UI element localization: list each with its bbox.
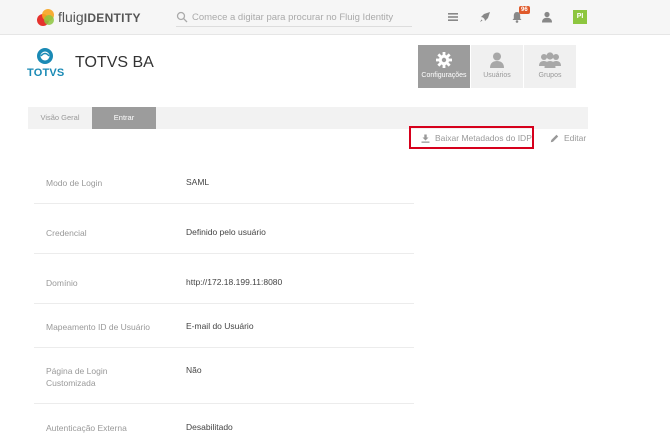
- detail-row-dominio: Domínio http://172.18.199.11:8080: [34, 254, 414, 304]
- detail-label: Domínio: [46, 278, 78, 288]
- user-icon: [490, 52, 504, 68]
- tab-entrar[interactable]: Entrar: [92, 107, 156, 129]
- detail-label: Página de Login Customizada: [46, 366, 108, 388]
- fluig-logo-icon: [37, 9, 54, 26]
- gear-icon: [436, 52, 452, 68]
- company-logo-text: TOTVS: [27, 67, 65, 79]
- download-metadata-label: Baixar Metadados do IDP: [435, 133, 532, 143]
- search-bar[interactable]: [176, 8, 412, 27]
- group-icon: [539, 52, 561, 68]
- detail-value: Desabilitado: [186, 422, 233, 432]
- edit-button[interactable]: Editar: [550, 133, 586, 143]
- detail-label: Autenticação Externa: [46, 423, 127, 433]
- menu-list-icon[interactable]: [446, 10, 460, 24]
- search-icon: [176, 11, 188, 23]
- pencil-icon: [550, 134, 559, 142]
- notification-badge: 96: [519, 6, 530, 14]
- nav-grupos-label: Grupos: [538, 72, 562, 79]
- logo-text: fluigIDENTITY: [58, 9, 141, 25]
- detail-label: Mapeamento ID de Usuário: [46, 322, 150, 332]
- detail-row-mapeamento-id: Mapeamento ID de Usuário E-mail do Usuár…: [34, 304, 414, 348]
- download-metadata-button[interactable]: Baixar Metadados do IDP: [421, 133, 532, 143]
- nav-grupos-button[interactable]: Grupos: [524, 45, 576, 88]
- fluig-identity-logo[interactable]: fluigIDENTITY: [36, 7, 141, 27]
- rocket-icon[interactable]: [478, 10, 492, 24]
- user-avatar[interactable]: PI: [573, 10, 587, 24]
- company-name: TOTVS BA: [75, 54, 154, 71]
- detail-value: Definido pelo usuário: [186, 227, 266, 237]
- edit-label: Editar: [564, 133, 587, 143]
- detail-row-pagina-login: Página de Login Customizada Não: [34, 348, 414, 404]
- nav-configuracoes-button[interactable]: Configurações: [418, 45, 470, 88]
- detail-label: Credencial: [46, 228, 87, 238]
- detail-label: Modo de Login: [46, 178, 103, 188]
- detail-value: SAML: [186, 177, 210, 187]
- nav-usuarios-button[interactable]: Usuários: [471, 45, 523, 88]
- download-icon: [421, 134, 430, 143]
- user-icon[interactable]: [540, 10, 554, 24]
- nav-usuarios-label: Usuários: [483, 72, 511, 79]
- detail-value: E-mail do Usuário: [186, 321, 254, 331]
- detail-row-modo-login: Modo de Login SAML: [34, 160, 414, 204]
- detail-row-autenticacao-externa: Autenticação Externa Desabilitado: [34, 404, 414, 448]
- top-bar: fluigIDENTITY 96 PI: [0, 0, 670, 35]
- nav-configuracoes-label: Configurações: [421, 72, 467, 79]
- tab-visao-geral[interactable]: Visão Geral: [28, 107, 92, 129]
- detail-value: Não: [186, 365, 202, 375]
- detail-row-credencial: Credencial Definido pelo usuário: [34, 204, 414, 254]
- search-input[interactable]: [192, 11, 412, 23]
- detail-value: http://172.18.199.11:8080: [186, 277, 283, 287]
